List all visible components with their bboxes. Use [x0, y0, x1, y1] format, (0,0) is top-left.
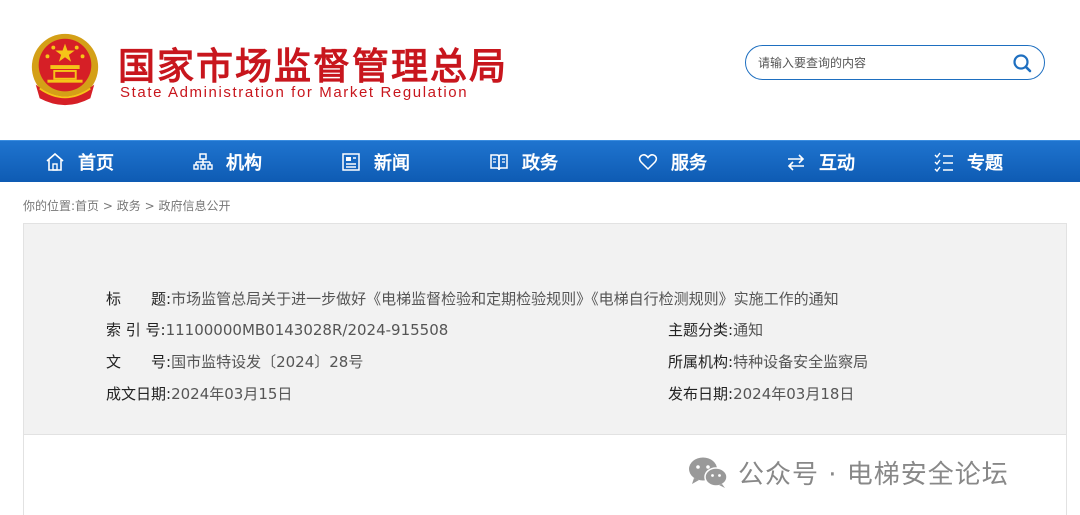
- info-row-org: 所属机构:特种设备安全监察局: [668, 351, 868, 372]
- topic-label: 主题分类:: [668, 321, 734, 339]
- heart-icon: [638, 154, 658, 171]
- docno-label: 文 号:: [106, 353, 172, 371]
- list-icon: [934, 152, 953, 173]
- wechat-icon: [689, 457, 728, 488]
- exchange-arrows-icon: [787, 154, 805, 171]
- title-label: 标 题:: [106, 290, 172, 308]
- docno-value: 国市监特设发〔2024〕28号: [171, 353, 364, 371]
- nav-item-org[interactable]: 机构: [192, 141, 262, 183]
- org-chart-icon: [193, 153, 213, 170]
- search-input[interactable]: [758, 53, 998, 73]
- org-label: 所属机构:: [668, 353, 734, 371]
- search-icon[interactable]: [1012, 53, 1032, 73]
- book-icon: [490, 154, 508, 171]
- document-info-box: 标 题:市场监管总局关于进一步做好《电梯监督检验和定期检验规则》《电梯自行检测规…: [23, 223, 1067, 435]
- watermark-text: 公众号 · 电梯安全论坛: [738, 459, 1009, 490]
- info-row-created: 成文日期:2024年03月15日: [106, 383, 292, 404]
- breadcrumb-separator: >: [99, 199, 117, 213]
- published-date-label: 发布日期:: [668, 385, 734, 403]
- info-row-docno: 文 号:国市监特设发〔2024〕28号: [106, 351, 363, 372]
- nav-label: 专题: [967, 153, 1003, 174]
- nav-label: 服务: [671, 153, 707, 174]
- breadcrumb-page-link[interactable]: 政府信息公开: [158, 199, 230, 213]
- home-icon: [46, 152, 64, 171]
- org-value: 特种设备安全监察局: [733, 353, 869, 371]
- topic-value: 通知: [733, 321, 764, 339]
- nav-item-news[interactable]: 新闻: [340, 141, 410, 183]
- created-date-label: 成文日期:: [106, 385, 172, 403]
- index-value: 11100000MB0143028R/2024-915508: [165, 321, 449, 339]
- breadcrumb-separator: >: [140, 199, 159, 213]
- watermark: 公众号 · 电梯安全论坛: [686, 452, 1009, 492]
- info-row-topic: 主题分类:通知: [668, 319, 763, 340]
- newspaper-icon: [342, 153, 360, 171]
- breadcrumb-home-link[interactable]: 首页: [75, 199, 99, 213]
- title-value: 市场监管总局关于进一步做好《电梯监督检验和定期检验规则》《电梯自行检测规则》实施…: [171, 290, 839, 308]
- nav-label: 机构: [226, 153, 262, 174]
- nav-label: 政务: [522, 153, 558, 174]
- info-row-published: 发布日期:2024年03月18日: [668, 383, 854, 404]
- search-box: [745, 45, 1045, 80]
- nav-label: 首页: [78, 153, 114, 174]
- index-label: 索 引 号:: [106, 321, 166, 339]
- nav-label: 互动: [819, 153, 855, 174]
- breadcrumb-section-link[interactable]: 政务: [117, 199, 141, 213]
- breadcrumb: 你的位置:首页 > 政务 > 政府信息公开: [23, 197, 230, 214]
- created-date-value: 2024年03月15日: [171, 385, 293, 403]
- main-nav: 首页 机构 新闻 政务 服务 互动 专题: [0, 140, 1080, 182]
- nav-item-home[interactable]: 首页: [44, 141, 114, 183]
- site-header: 国家市场监督管理总局 State Administration for Mark…: [0, 0, 1080, 140]
- site-title[interactable]: 国家市场监督管理总局: [118, 36, 508, 90]
- nav-item-topics[interactable]: 专题: [933, 141, 1003, 183]
- info-row-index: 索 引 号:11100000MB0143028R/2024-915508: [106, 319, 448, 340]
- nav-item-interaction[interactable]: 互动: [785, 141, 855, 183]
- breadcrumb-prefix: 你的位置:: [23, 199, 76, 213]
- info-row-title: 标 题:市场监管总局关于进一步做好《电梯监督检验和定期检验规则》《电梯自行检测规…: [106, 288, 839, 309]
- nav-label: 新闻: [374, 153, 410, 174]
- nav-item-affairs[interactable]: 政务: [488, 141, 558, 183]
- nav-item-service[interactable]: 服务: [637, 141, 707, 183]
- national-emblem-icon[interactable]: [26, 30, 104, 108]
- site-subtitle[interactable]: State Administration for Market Regulati…: [120, 84, 468, 101]
- published-date-value: 2024年03月18日: [733, 385, 855, 403]
